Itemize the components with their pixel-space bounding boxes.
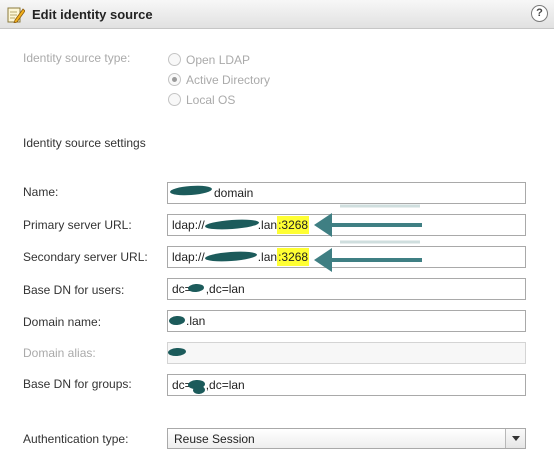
auth-type-label: Authentication type: — [23, 432, 129, 446]
annotation-arrow-primary — [314, 204, 422, 237]
help-icon[interactable]: ? — [531, 5, 548, 22]
primary-url-label: Primary server URL: — [23, 218, 132, 232]
url-prefix: ldap:// — [172, 250, 205, 264]
dn-suffix: ,dc=lan — [205, 282, 245, 296]
base-dn-users-field[interactable]: dc= ,dc=lan — [167, 278, 526, 300]
radio-label: Local OS — [186, 93, 236, 107]
annotation-arrows — [314, 204, 422, 272]
domain-name-label: Domain name: — [23, 315, 102, 329]
dialog-title: Edit identity source — [32, 7, 153, 22]
radio-label: Active Directory — [186, 73, 271, 87]
url-domain-suffix: .lan — [257, 250, 278, 264]
domain-alias-label: Domain alias: — [23, 346, 96, 360]
section-title: Identity source settings — [23, 136, 146, 150]
domain-alias-field[interactable] — [167, 342, 526, 364]
radio-circle — [168, 53, 181, 66]
dialog-title-bar: Edit identity source ? — [0, 0, 554, 29]
authentication-type-select[interactable]: Reuse Session — [167, 428, 526, 449]
edit-pencil-icon — [7, 6, 26, 24]
dropdown-button[interactable] — [505, 429, 525, 448]
annotation-arrow-secondary — [314, 240, 422, 272]
chevron-down-icon — [512, 436, 520, 441]
domain-name-field[interactable]: .lan — [167, 310, 526, 332]
name-value: domain — [214, 186, 254, 200]
base-dn-groups-label: Base DN for groups: — [23, 377, 132, 391]
radio-circle — [168, 93, 181, 106]
radio-circle — [168, 73, 181, 86]
domain-name-value: .lan — [186, 314, 206, 328]
radio-label: Open LDAP — [186, 53, 251, 67]
name-label: Name: — [23, 185, 59, 199]
identity-source-type-label: Identity source type: — [23, 51, 131, 65]
dn-suffix: ,dc=lan — [205, 378, 245, 392]
url-prefix: ldap:// — [172, 218, 205, 232]
base-dn-groups-field[interactable]: dc= ,dc=lan — [167, 374, 526, 396]
auth-type-value: Reuse Session — [174, 432, 255, 446]
secondary-url-label: Secondary server URL: — [23, 250, 148, 264]
url-domain-suffix: .lan — [257, 218, 278, 232]
base-dn-users-label: Base DN for users: — [23, 283, 125, 297]
radio-selected-dot — [172, 77, 177, 82]
